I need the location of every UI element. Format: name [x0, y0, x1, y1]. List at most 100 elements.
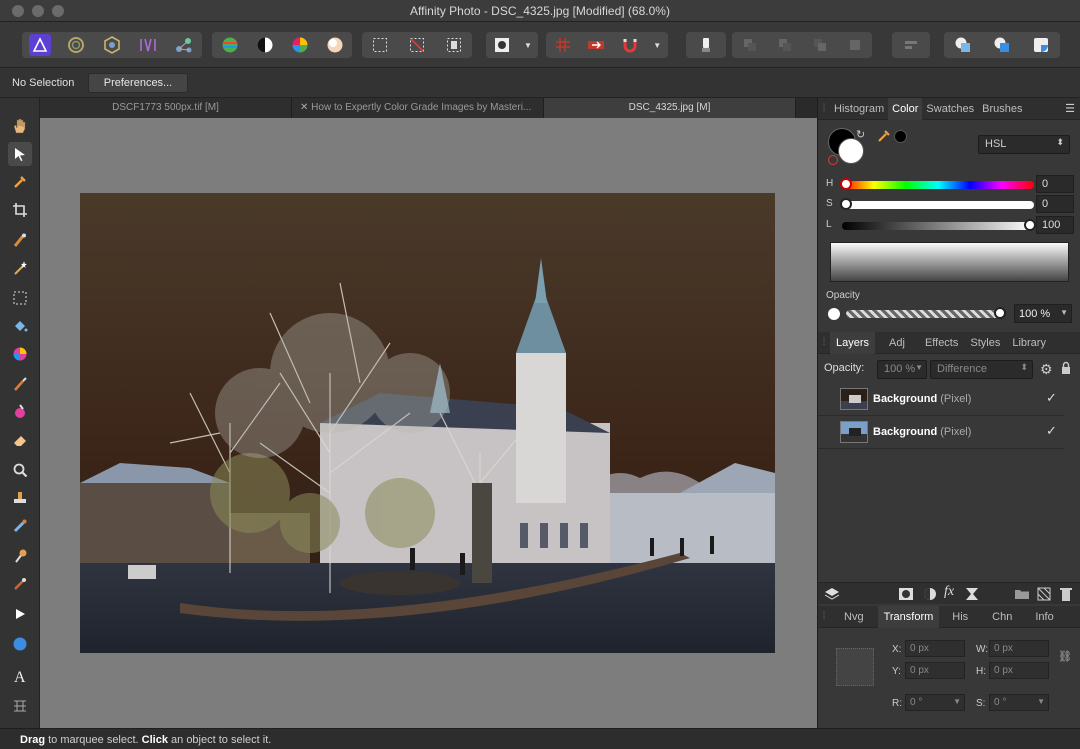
color-picker-tool[interactable] [8, 170, 32, 194]
panel-grip-icon[interactable]: ⁞ [818, 611, 830, 622]
marquee-tool[interactable] [8, 286, 32, 310]
paint-brush-tool[interactable] [8, 372, 32, 396]
tab-transform[interactable]: Transform [877, 605, 940, 628]
node-tool[interactable] [8, 602, 32, 626]
flood-fill-tool[interactable] [8, 314, 32, 338]
blend-mode-select[interactable]: Difference ⬍ [930, 360, 1033, 379]
hue-knob[interactable] [840, 178, 852, 190]
tab-styles[interactable]: Styles [964, 332, 1006, 354]
saturation-knob[interactable] [840, 198, 852, 210]
tab-color-grade[interactable]: ✕ How to Expertly Color Grade Images by … [292, 98, 544, 118]
move-to-back-button[interactable] [739, 34, 761, 56]
mesh-warp-tool[interactable] [8, 694, 32, 718]
lightness-value[interactable]: 100 [1036, 216, 1074, 234]
saturation-value[interactable]: 0 [1036, 195, 1074, 213]
intersect-shape-button[interactable] [1030, 34, 1052, 56]
opacity-dropdown-icon[interactable]: ▼ [1060, 308, 1068, 317]
tab-channels[interactable]: Chn [981, 606, 1023, 628]
tab-dsc4325[interactable]: DSC_4325.jpg [M] [544, 98, 796, 118]
black-white-button[interactable] [254, 34, 276, 56]
add-pixel-layer-icon[interactable] [1036, 586, 1052, 605]
opacity-slider[interactable] [846, 307, 1006, 319]
anchor-point-selector[interactable] [836, 648, 874, 686]
link-aspect-icon[interactable]: ⛓ [1058, 650, 1072, 663]
subtract-shape-button[interactable] [991, 34, 1013, 56]
dodge-tool[interactable] [8, 544, 32, 568]
lightness-slider[interactable] [842, 219, 1036, 231]
trash-icon[interactable] [1059, 586, 1073, 605]
layer-visibility-checkbox[interactable]: ✓ [1046, 423, 1057, 439]
quick-mask-dropdown[interactable]: ▼ [523, 34, 533, 56]
layer-visibility-checkbox[interactable]: ✓ [1046, 390, 1057, 406]
deselect-button[interactable] [406, 34, 428, 56]
gear-icon[interactable]: ⚙ [1040, 361, 1053, 378]
tab-layers[interactable]: Layers [830, 331, 876, 354]
layer-row[interactable]: Background (Pixel) ✓ [818, 417, 1065, 449]
tab-info[interactable]: Info [1023, 606, 1065, 628]
assistant-button[interactable] [585, 34, 607, 56]
rotate-input[interactable]: 0 ° ▼ [905, 694, 965, 711]
grid-button[interactable] [552, 34, 574, 56]
hsl-button[interactable] [289, 34, 311, 56]
hue-slider[interactable] [840, 178, 1034, 190]
tone-mapping-persona-button[interactable] [137, 34, 159, 56]
h-input[interactable]: 0 px [989, 662, 1049, 679]
tab-navigator[interactable]: Nvg [830, 606, 878, 628]
develop-persona-button[interactable] [101, 34, 123, 56]
lock-icon[interactable] [1060, 361, 1072, 378]
layers-stack-icon[interactable] [824, 586, 840, 605]
hue-value[interactable]: 0 [1036, 175, 1074, 193]
fx-icon[interactable]: fx [944, 584, 954, 600]
gradient-tool[interactable] [8, 342, 32, 366]
tab-swatches[interactable]: Swatches [922, 98, 978, 120]
tab-histogram[interactable]: Histogram [830, 98, 888, 120]
panel-menu-icon[interactable]: ☰ [1065, 102, 1080, 115]
erase-tool[interactable] [8, 428, 32, 452]
select-all-button[interactable] [369, 34, 391, 56]
flood-select-tool[interactable] [8, 256, 32, 280]
color-replacement-tool[interactable] [8, 400, 32, 424]
selection-brush-tool[interactable] [8, 228, 32, 252]
swap-colors-icon[interactable]: ↻ [856, 128, 865, 141]
tab-color[interactable]: Color [888, 97, 923, 120]
color-model-select[interactable]: HSL ⬍ [978, 135, 1070, 154]
y-input[interactable]: 0 px [905, 662, 965, 679]
clone-brush-tool[interactable] [8, 486, 32, 510]
lightness-knob[interactable] [1024, 219, 1036, 231]
tab-close-icon[interactable]: ✕ [300, 102, 311, 113]
move-back-one-button[interactable] [774, 34, 796, 56]
layer-row[interactable]: Background (Pixel) ✓ [818, 384, 1065, 416]
zoom-tool[interactable] [8, 458, 32, 482]
live-filter-icon[interactable] [964, 586, 980, 605]
add-shape-button[interactable] [952, 34, 974, 56]
opacity-value[interactable]: 100 % ▼ [1014, 304, 1072, 323]
export-persona-button[interactable] [173, 34, 195, 56]
adjustment-layer-icon[interactable] [922, 586, 938, 605]
align-button[interactable] [900, 34, 922, 56]
snapping-button[interactable] [619, 34, 641, 56]
invert-selection-button[interactable] [443, 34, 465, 56]
text-tool[interactable]: A [8, 664, 32, 688]
panel-grip-icon[interactable]: ⁞ [818, 337, 830, 348]
shape-tool[interactable] [8, 632, 32, 656]
quick-mask-button[interactable] [491, 34, 513, 56]
move-to-front-button[interactable] [844, 34, 866, 56]
snapping-dropdown[interactable]: ▼ [652, 34, 662, 56]
secondary-color-well[interactable] [838, 138, 864, 164]
brush-options-button[interactable] [695, 34, 717, 56]
panel-eyedropper-icon[interactable] [876, 128, 892, 147]
smudge-tool[interactable] [8, 572, 32, 596]
move-forward-one-button[interactable] [809, 34, 831, 56]
tab-effects[interactable]: Effects [919, 332, 964, 354]
w-input[interactable]: 0 px [989, 640, 1049, 657]
white-balance-button[interactable] [324, 34, 346, 56]
inpainting-tool[interactable] [8, 514, 32, 538]
crop-tool[interactable] [8, 198, 32, 222]
x-input[interactable]: 0 px [905, 640, 965, 657]
opacity-knob[interactable] [994, 307, 1006, 319]
move-tool[interactable] [8, 142, 32, 166]
tab-brushes[interactable]: Brushes [978, 98, 1026, 120]
group-folder-icon[interactable] [1014, 586, 1030, 605]
mask-layer-icon[interactable] [898, 586, 914, 605]
panel-grip-icon[interactable]: ⁞ [818, 103, 830, 114]
